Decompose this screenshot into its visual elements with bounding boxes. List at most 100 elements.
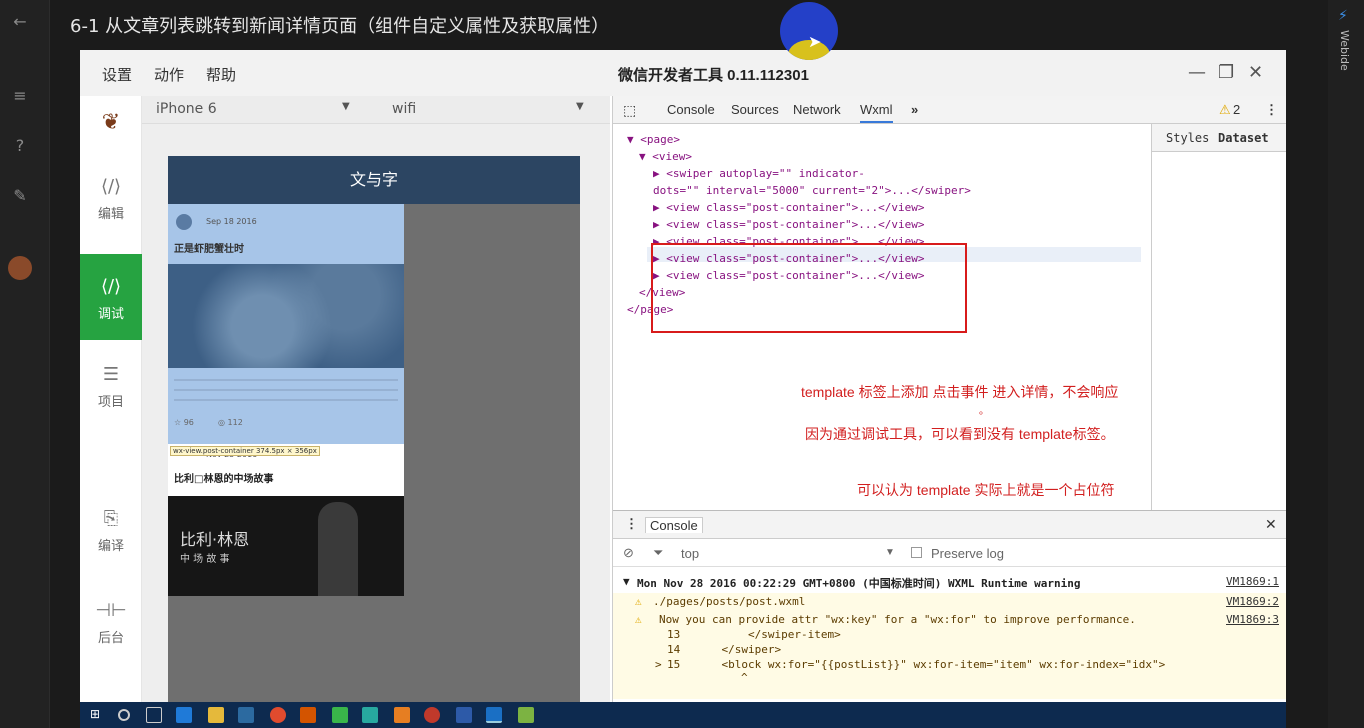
windows-taskbar: ⊞ — [80, 702, 1286, 728]
tab-styles[interactable]: Styles — [1166, 131, 1209, 145]
compile-icon: ⎘ — [103, 508, 119, 529]
search-icon[interactable] — [118, 709, 130, 721]
drawer-menu-icon[interactable]: ⋮ — [625, 516, 638, 532]
app-icon[interactable] — [394, 707, 410, 723]
avatar — [176, 214, 192, 230]
minimize-icon[interactable]: — — [1188, 62, 1206, 83]
clear-console-icon[interactable]: ⊘ — [623, 545, 634, 561]
device-select[interactable]: iPhone 6 — [156, 101, 217, 117]
network-dropdown-icon[interactable]: ▼ — [576, 101, 584, 112]
tree-node-post-container[interactable]: ▶ <view class="post-container">...</view… — [653, 217, 925, 234]
expand-arrow-icon: ▼ — [627, 133, 641, 146]
tree-node-view[interactable]: ▼ <view> — [639, 149, 692, 166]
preserve-log-label: Preserve log — [931, 546, 1004, 561]
warning-icon[interactable]: ⚠ — [1219, 102, 1231, 118]
menu-actions[interactable]: 动作 — [154, 64, 184, 85]
sidebar-item-project[interactable]: ☰ 项目 — [80, 364, 142, 410]
tab-console[interactable]: Console — [667, 102, 715, 117]
tab-wxml[interactable]: Wxml — [860, 102, 893, 123]
tab-dataset[interactable]: Dataset — [1218, 131, 1269, 145]
sidebar-item-compile[interactable]: ⎘ 编译 — [80, 508, 142, 554]
player-right-rail: ⚡ Webide — [1328, 0, 1364, 728]
inspect-icon[interactable]: ⬚ — [623, 102, 636, 119]
sidebar-item-label: 编辑 — [97, 207, 124, 222]
sidebar-item-label: 项目 — [97, 395, 124, 410]
webide-label[interactable]: Webide — [1338, 30, 1351, 71]
annotation-note: template 标签上添加 点击事件 进入详情，不会响应 — [801, 384, 1119, 400]
debug-icon: ⟨/⟩ — [100, 276, 122, 297]
sidebar-item-edit[interactable]: ⟨/⟩ 编辑 — [80, 176, 142, 222]
chrome-icon[interactable] — [270, 707, 286, 723]
preserve-log-checkbox[interactable] — [911, 547, 922, 558]
post-item[interactable]: Nov 25 2016 比利□林恩的中场故事 比利·林恩 中 场 故 事 — [168, 444, 404, 596]
tab-sources[interactable]: Sources — [731, 102, 779, 117]
avatar[interactable] — [8, 256, 32, 280]
poster-figure — [318, 502, 358, 596]
collapse-arrow-icon: ▶ — [653, 167, 667, 180]
close-drawer-icon[interactable]: ✕ — [1265, 516, 1277, 533]
filter-icon[interactable]: ⏷ — [653, 545, 663, 561]
course-title: 6-1 从文章列表跳转到新闻详情页面（组件自定义属性及获取属性） — [70, 16, 610, 37]
collapse-arrow-icon: ▶ — [653, 218, 667, 231]
start-button-icon[interactable]: ⊞ — [90, 707, 106, 723]
collapse-arrow-icon: ▶ — [653, 201, 667, 214]
devtools-app-icon[interactable] — [486, 707, 502, 723]
app-icon[interactable] — [362, 707, 378, 723]
menu-settings[interactable]: 设置 — [102, 64, 132, 85]
list-icon[interactable]: ≡ — [10, 86, 30, 106]
console-filterbar: ⊘ ⏷ top ▼ Preserve log — [613, 539, 1286, 567]
more-tabs-icon[interactable]: » — [911, 102, 918, 117]
app-icon[interactable] — [456, 707, 472, 723]
warning-count: 2 — [1233, 102, 1241, 117]
edge-icon[interactable] — [176, 707, 192, 723]
context-dropdown-icon[interactable]: ▼ — [885, 547, 895, 558]
kebab-menu-icon[interactable]: ⋮ — [1265, 102, 1278, 118]
explorer-icon[interactable] — [208, 707, 224, 723]
back-arrow-icon[interactable]: ← — [10, 12, 30, 32]
code-icon: ⟨/⟩ — [100, 176, 122, 197]
phone-nav-title: 文与字 — [168, 156, 580, 204]
post-image: 比利·林恩 中 场 故 事 — [168, 496, 404, 596]
tree-node-page[interactable]: ▼ <page> — [627, 132, 680, 149]
post-item[interactable]: Sep 18 2016 正是虾肥蟹壮时 ☆ 96 ◎ 112 — [168, 204, 404, 444]
network-select[interactable]: wifi — [392, 101, 416, 117]
tab-network[interactable]: Network — [793, 102, 841, 117]
code-line-number: 13 — [667, 628, 681, 641]
annotation-note: 因为通过调试工具，可以看到没有 template标签。 — [805, 426, 1115, 442]
expand-arrow-icon: ▼ — [623, 575, 630, 588]
console-header: ⋮ Console ✕ — [613, 511, 1286, 539]
window-titlebar: 设置 动作 帮助 微信开发者工具 0.11.112301 — ❐ ✕ — [80, 50, 1286, 96]
console-tab[interactable]: Console — [645, 517, 703, 533]
app-icon[interactable] — [238, 707, 254, 723]
menu-help[interactable]: 帮助 — [206, 64, 236, 85]
close-icon[interactable]: ✕ — [1248, 62, 1263, 83]
source-link[interactable]: VM1869:2 — [1226, 595, 1279, 608]
devtools-tabbar: ⬚ Console Sources Network Wxml » ⚠ 2 ⋮ — [613, 96, 1286, 124]
recorder-icon[interactable] — [424, 707, 440, 723]
source-link[interactable]: VM1869:1 — [1226, 575, 1279, 588]
console-group-header[interactable]: ▼ Mon Nov 28 2016 00:22:29 GMT+0800 (中国标… — [613, 575, 1286, 591]
source-link[interactable]: VM1869:3 — [1226, 613, 1279, 626]
simulator: iPhone 6 ▼ wifi ▼ 文与字 Sep 18 2016 正是虾肥蟹壮… — [142, 96, 610, 702]
expand-arrow-icon: ▼ — [639, 150, 653, 163]
tree-node-swiper[interactable]: ▶ <swiper autoplay="" indicator- — [653, 166, 865, 183]
app-icon[interactable] — [332, 707, 348, 723]
post-date: Sep 18 2016 — [206, 217, 257, 226]
console-warning-line: ⚠ ./pages/posts/post.wxml VM1869:2 — [613, 593, 1286, 611]
edit-icon[interactable]: ✎ — [10, 186, 30, 206]
task-view-icon[interactable] — [146, 707, 162, 723]
device-dropdown-icon[interactable]: ▼ — [342, 101, 350, 112]
app-icon[interactable] — [518, 707, 534, 723]
help-icon[interactable]: ? — [10, 136, 30, 156]
maximize-icon[interactable]: ❐ — [1218, 62, 1234, 83]
sidebar-item-debug[interactable]: ⟨/⟩ 调试 — [80, 254, 142, 340]
context-select[interactable]: top — [681, 546, 699, 561]
element-size-overlay: wx-view.post-container 374.5px × 356px — [170, 446, 320, 456]
menu-icon: ☰ — [102, 364, 120, 385]
tree-node-post-container[interactable]: ▶ <view class="post-container">...</view… — [653, 200, 925, 217]
poster-subtitle: 中 场 故 事 — [180, 554, 230, 565]
app-icon[interactable] — [300, 707, 316, 723]
sidebar-item-backend[interactable]: ⊣⊢ 后台 — [80, 600, 142, 646]
warning-icon: ⚠ — [635, 613, 642, 626]
devtools-window: 设置 动作 帮助 微信开发者工具 0.11.112301 — ❐ ✕ ❦ ⟨/⟩… — [80, 50, 1286, 702]
